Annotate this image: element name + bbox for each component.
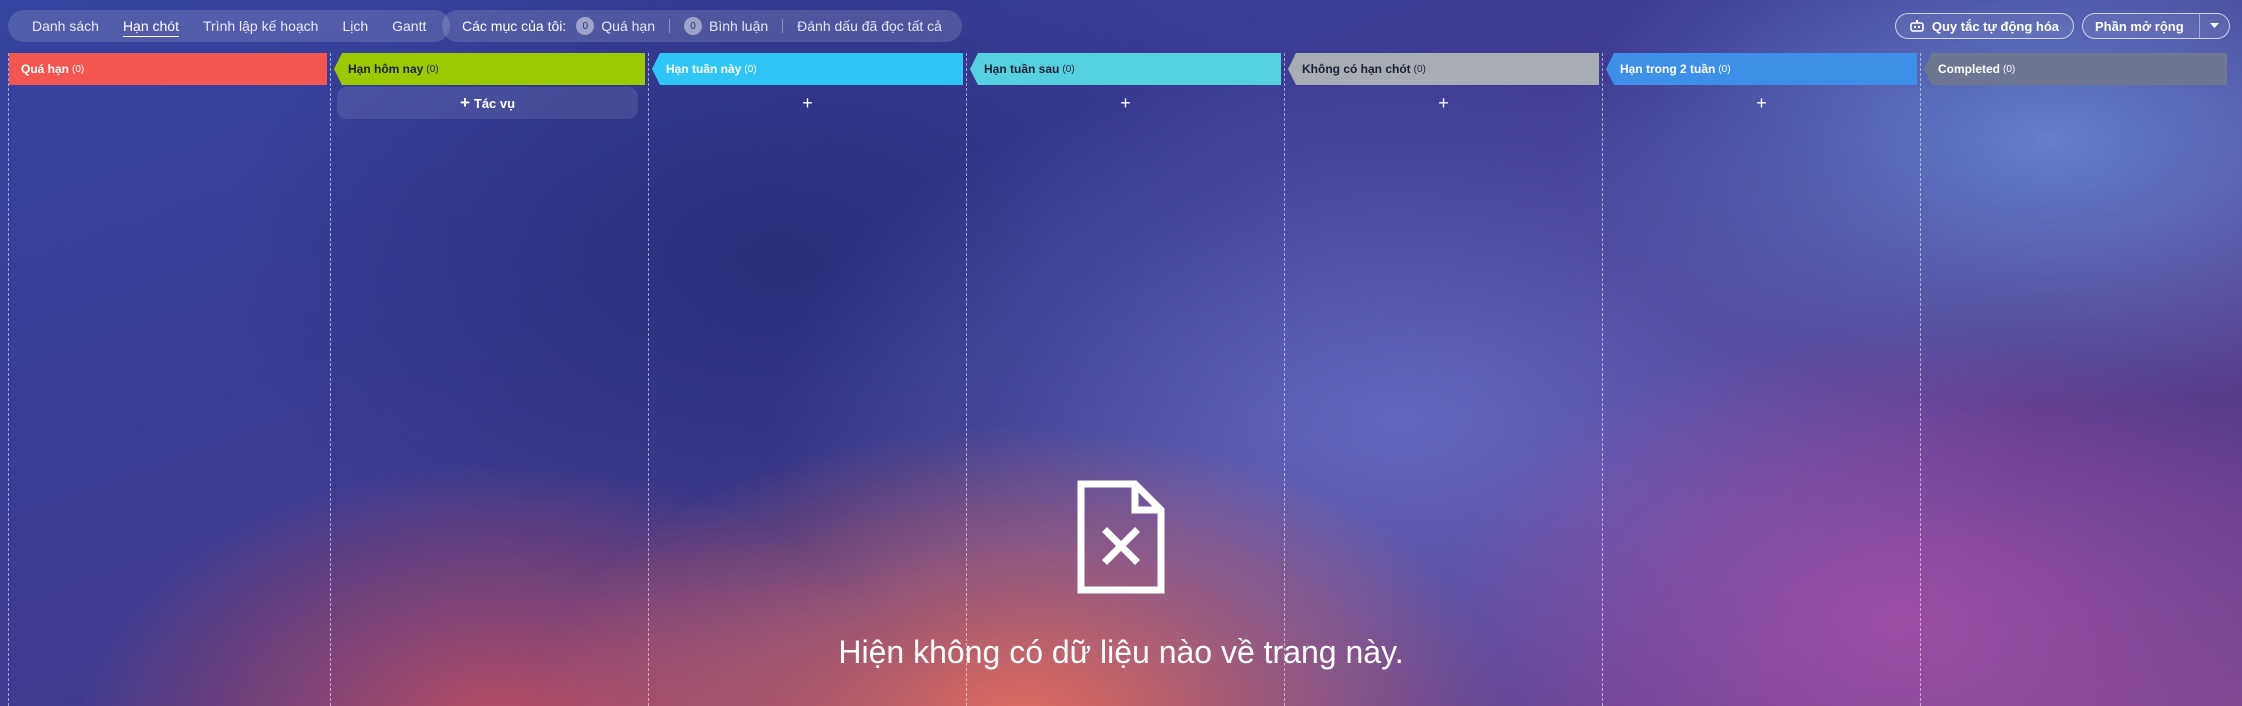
chevron-down-icon[interactable] (2199, 14, 2229, 38)
column-title: Không có hạn chót (1302, 62, 1411, 76)
column-completed: Completed (0) (1920, 53, 2230, 706)
robot-icon (1910, 19, 1924, 32)
column-header[interactable]: Hạn tuần sau (0) (970, 53, 1281, 85)
my-items-label: Các mục của tôi: (462, 18, 567, 34)
tab-deadline[interactable]: Hạn chót (111, 18, 191, 34)
file-x-icon (1077, 480, 1165, 599)
divider (668, 19, 670, 33)
column-header[interactable]: Hạn trong 2 tuần (0) (1606, 53, 1917, 85)
column-title: Completed (1938, 62, 2001, 76)
tab-gantt[interactable]: Gantt (380, 18, 438, 34)
column-this-week: Hạn tuần này (0) + (648, 53, 966, 706)
comments-label: Bình luận (708, 18, 769, 34)
add-task-plus-icon[interactable]: + (649, 87, 966, 119)
column-next-week: Hạn tuần sau (0) + (966, 53, 1284, 706)
column-title: Quá hạn (21, 62, 70, 76)
add-task-label: Tác vụ (473, 95, 516, 111)
column-header[interactable]: Quá hạn (0) (9, 53, 327, 85)
column-header[interactable]: Completed (0) (1924, 53, 2227, 85)
my-items-bar: Các mục của tôi: 0 Quá hạn 0 Bình luận Đ… (442, 10, 962, 42)
tab-calendar[interactable]: Lịch (330, 18, 380, 34)
column-header[interactable]: Hạn hôm nay (0) (334, 53, 645, 85)
column-count: (0) (72, 63, 85, 75)
column-count: (0) (1718, 63, 1731, 75)
column-header[interactable]: Hạn tuần này (0) (652, 53, 963, 85)
overdue-count-badge: 0 (576, 17, 595, 35)
tab-planner[interactable]: Trình lập kế hoạch (191, 18, 330, 34)
comments-filter[interactable]: 0 Bình luận (683, 17, 769, 35)
mark-all-read-link[interactable]: Đánh dấu đã đọc tất cả (797, 18, 942, 34)
add-task-plus-icon[interactable]: + (1285, 87, 1602, 119)
column-no-deadline: Không có hạn chót (0) + (1284, 53, 1602, 706)
extensions-label: Phần mở rộng (2095, 18, 2184, 34)
column-two-weeks: Hạn trong 2 tuần (0) + (1602, 53, 1920, 706)
view-switcher: Danh sách Hạn chót Trình lập kế hoạch Lị… (8, 10, 451, 42)
column-overdue: Quá hạn (0) (8, 53, 330, 706)
column-title: Hạn hôm nay (348, 62, 424, 76)
column-title: Hạn trong 2 tuần (1620, 62, 1716, 76)
overdue-label: Quá hạn (601, 18, 655, 34)
column-count: (0) (744, 63, 757, 75)
automation-rules-button[interactable]: Quy tắc tự động hóa (1894, 13, 2074, 39)
column-count: (0) (426, 63, 439, 75)
automation-rules-label: Quy tắc tự động hóa (1931, 18, 2059, 34)
add-task-plus-icon[interactable]: + (1603, 87, 1920, 119)
column-title: Hạn tuần này (666, 62, 742, 76)
column-count: (0) (2003, 63, 2016, 75)
top-toolbar: Danh sách Hạn chót Trình lập kế hoạch Lị… (0, 0, 2242, 52)
comments-count-badge: 0 (683, 17, 702, 35)
column-header[interactable]: Không có hạn chót (0) (1288, 53, 1599, 85)
deadline-board: Quá hạn (0) Hạn hôm nay (0) + Tác vụ Hạn… (8, 53, 2232, 706)
overdue-filter[interactable]: 0 Quá hạn (576, 17, 655, 35)
plus-icon: + (459, 93, 470, 112)
column-count: (0) (1062, 63, 1075, 75)
column-title: Hạn tuần sau (984, 62, 1060, 76)
divider (782, 19, 784, 33)
extensions-button[interactable]: Phần mở rộng (2082, 13, 2230, 39)
add-task-button[interactable]: + Tác vụ (337, 87, 638, 119)
tab-list[interactable]: Danh sách (20, 18, 111, 34)
column-due-today: Hạn hôm nay (0) + Tác vụ (330, 53, 648, 706)
empty-state-message: Hiện không có dữ liệu nào về trang này. (838, 634, 1404, 670)
add-task-plus-icon[interactable]: + (967, 87, 1284, 119)
column-count: (0) (1413, 63, 1426, 75)
